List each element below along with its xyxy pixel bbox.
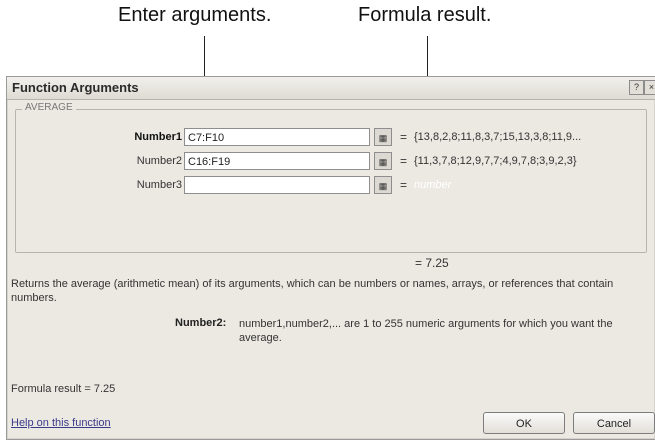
number2-input[interactable]: C16:F19 — [184, 152, 370, 170]
argument-result-number3: number — [414, 179, 452, 191]
help-argument-label: Number2: — [175, 317, 227, 329]
function-name: AVERAGE — [22, 102, 76, 113]
help-icon[interactable]: ? — [629, 80, 644, 95]
help-argument-text: number1,number2,... are 1 to 255 numeric… — [239, 318, 613, 344]
argument-label-number1: Number1 — [134, 131, 182, 143]
argument-result-number2: {11,3,7,8;12,9,7,7;4,9,7,8;3,9,2,3} — [414, 155, 577, 167]
close-icon[interactable]: × — [644, 80, 655, 95]
function-arguments-dialog: Function Arguments ? × AVERAGE Number1 C… — [6, 76, 655, 440]
function-result: = 7.25 — [415, 256, 449, 270]
collapse-dialog-icon[interactable]: ▦ — [374, 152, 392, 170]
argument-row-number2: Number2 C16:F19 ▦ = {11,3,7,8;12,9,7,7;4… — [16, 152, 646, 172]
collapse-dialog-icon[interactable]: ▦ — [374, 128, 392, 146]
cancel-button[interactable]: Cancel — [573, 412, 655, 434]
equals-sign: = — [400, 178, 408, 192]
title-bar[interactable]: Function Arguments ? × — [7, 77, 655, 100]
callout-enter-arguments: Enter arguments. — [118, 4, 272, 26]
result-value: 7.25 — [425, 256, 449, 270]
help-on-function-link[interactable]: Help on this function — [11, 417, 111, 429]
number1-input[interactable]: C7:F10 — [184, 128, 370, 146]
equals-sign: = — [400, 154, 408, 168]
argument-row-number1: Number1 C7:F10 ▦ = {13,8,2,8;11,8,3,7;15… — [16, 128, 646, 148]
result-equals-sign: = — [415, 256, 423, 270]
callout-formula-result: Formula result. — [358, 4, 492, 26]
argument-row-number3: Number3 ▦ = number — [16, 176, 646, 196]
equals-sign: = — [400, 130, 408, 144]
argument-label-number2: Number2 — [136, 155, 182, 167]
number3-input[interactable] — [184, 176, 370, 194]
arguments-group: AVERAGE Number1 C7:F10 ▦ = {13,8,2,8;11,… — [15, 102, 647, 253]
dialog-title: Function Arguments — [12, 80, 139, 95]
argument-result-number1: {13,8,2,8;11,8,3,7;15,13,3,8;11,9... — [414, 131, 582, 143]
collapse-dialog-icon[interactable]: ▦ — [374, 176, 392, 194]
function-description: Returns the average (arithmetic mean) of… — [11, 278, 614, 304]
ok-button[interactable]: OK — [483, 412, 565, 434]
argument-label-number3: Number3 — [136, 179, 182, 191]
formula-result: Formula result = 7.25 — [11, 383, 116, 395]
